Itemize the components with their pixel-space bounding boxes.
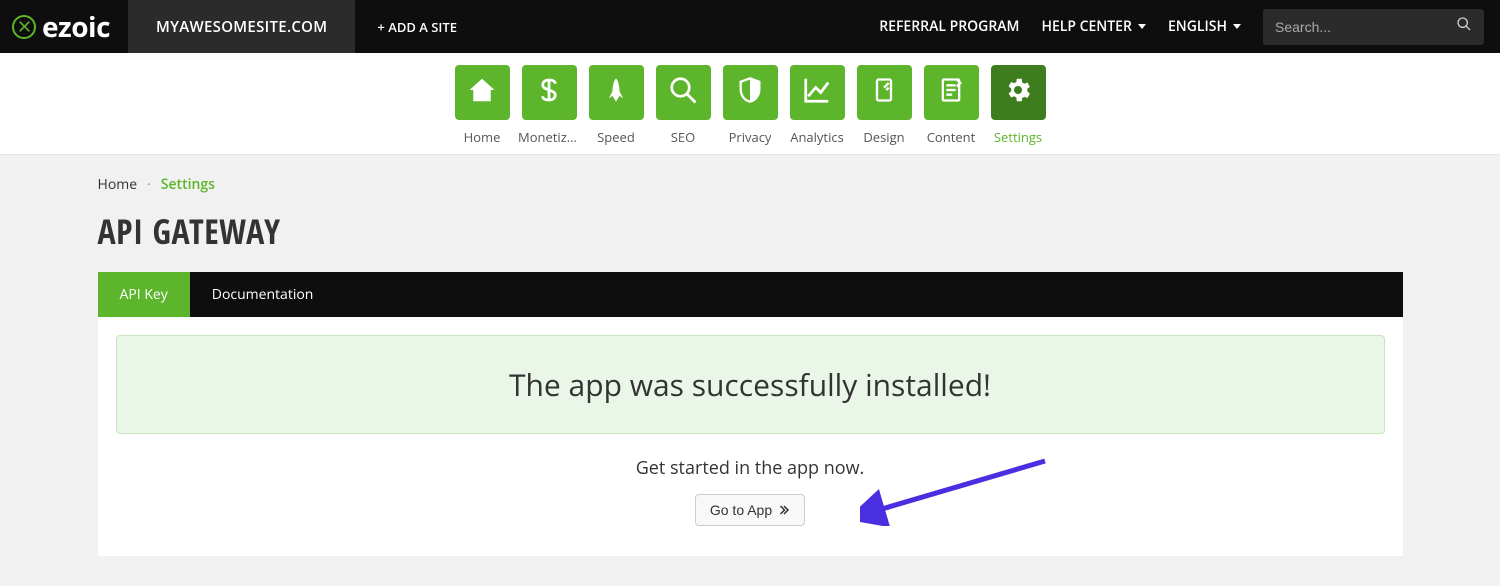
- nav-label-monetization: Monetiza...: [518, 128, 580, 146]
- topbar-right: REFERRAL PROGRAM HELP CENTER ENGLISH: [879, 0, 1500, 53]
- document-icon: [937, 76, 965, 109]
- breadcrumb-current: Settings: [161, 175, 215, 194]
- dollar-icon: [534, 75, 564, 110]
- tab-documentation[interactable]: Documentation: [190, 272, 336, 317]
- home-icon: [467, 75, 497, 110]
- nav-label-settings: Settings: [994, 128, 1042, 146]
- nav-label-analytics: Analytics: [790, 128, 844, 146]
- logo-text: ezoic: [42, 8, 110, 46]
- page-title: API GATEWAY: [98, 208, 1403, 254]
- search-icon[interactable]: [1456, 16, 1472, 37]
- referral-label: REFERRAL PROGRAM: [879, 17, 1019, 36]
- tab-api-key[interactable]: API Key: [98, 272, 190, 317]
- breadcrumb: Home · Settings: [98, 175, 1403, 194]
- nav-tile-seo[interactable]: SEO: [656, 65, 711, 146]
- nav-tile-settings[interactable]: Settings: [991, 65, 1046, 146]
- nav-tile-speed[interactable]: Speed: [589, 65, 644, 146]
- language-dropdown[interactable]: ENGLISH: [1168, 17, 1241, 36]
- tab-bar: API Key Documentation: [98, 272, 1403, 317]
- content-panel: The app was successfully installed! Get …: [98, 317, 1403, 556]
- chevron-double-right-icon: [778, 504, 790, 516]
- search-box[interactable]: [1263, 9, 1484, 45]
- shield-icon: [736, 76, 764, 109]
- help-center-dropdown[interactable]: HELP CENTER: [1041, 17, 1146, 36]
- tab-api-key-label: API Key: [120, 285, 168, 304]
- topbar: ezoic MYAWESOMESITE.COM + ADD A SITE REF…: [0, 0, 1500, 53]
- success-message: The app was successfully installed!: [509, 364, 991, 405]
- nav-label-content: Content: [927, 128, 976, 146]
- nav-tile-monetization[interactable]: Monetiza...: [522, 65, 577, 146]
- nav-tile-home[interactable]: Home: [455, 65, 510, 146]
- nav-label-design: Design: [863, 128, 904, 146]
- nav-tile-analytics[interactable]: Analytics: [790, 65, 845, 146]
- nav-label-speed: Speed: [597, 128, 635, 146]
- site-name: MYAWESOMESITE.COM: [156, 17, 327, 37]
- breadcrumb-home[interactable]: Home: [98, 175, 138, 194]
- caret-down-icon: [1138, 24, 1146, 29]
- search-input[interactable]: [1275, 19, 1456, 35]
- nav-tile-design[interactable]: Design: [857, 65, 912, 146]
- help-label: HELP CENTER: [1041, 17, 1132, 36]
- referral-program-link[interactable]: REFERRAL PROGRAM: [879, 17, 1019, 36]
- nav-label-privacy: Privacy: [729, 128, 772, 146]
- nav-tiles: Home Monetiza... Speed SEO Privacy: [0, 65, 1500, 146]
- go-to-app-button[interactable]: Go to App: [695, 494, 805, 526]
- nav-label-home: Home: [464, 128, 501, 146]
- tab-documentation-label: Documentation: [212, 285, 314, 304]
- panel-subtext: Get started in the app now.: [98, 456, 1403, 480]
- logo[interactable]: ezoic: [0, 0, 128, 53]
- add-site-label: + ADD A SITE: [377, 18, 457, 36]
- rocket-icon: [602, 76, 630, 109]
- add-site-button[interactable]: + ADD A SITE: [355, 0, 479, 53]
- ezoic-logo-icon: [12, 15, 36, 39]
- nav-tile-privacy[interactable]: Privacy: [723, 65, 778, 146]
- current-site-tab[interactable]: MYAWESOMESITE.COM: [128, 0, 355, 53]
- nav-tile-content[interactable]: Content: [924, 65, 979, 146]
- nav-label-seo: SEO: [671, 128, 695, 146]
- gear-icon: [1003, 75, 1033, 110]
- breadcrumb-separator: ·: [147, 175, 151, 194]
- main-nav: Home Monetiza... Speed SEO Privacy: [0, 53, 1500, 155]
- language-label: ENGLISH: [1168, 17, 1227, 36]
- device-icon: [870, 76, 898, 109]
- chart-icon: [802, 75, 832, 110]
- success-alert: The app was successfully installed!: [116, 335, 1385, 434]
- content: Home · Settings API GATEWAY API Key Docu…: [98, 155, 1403, 586]
- magnifier-icon: [668, 75, 698, 110]
- caret-down-icon: [1233, 24, 1241, 29]
